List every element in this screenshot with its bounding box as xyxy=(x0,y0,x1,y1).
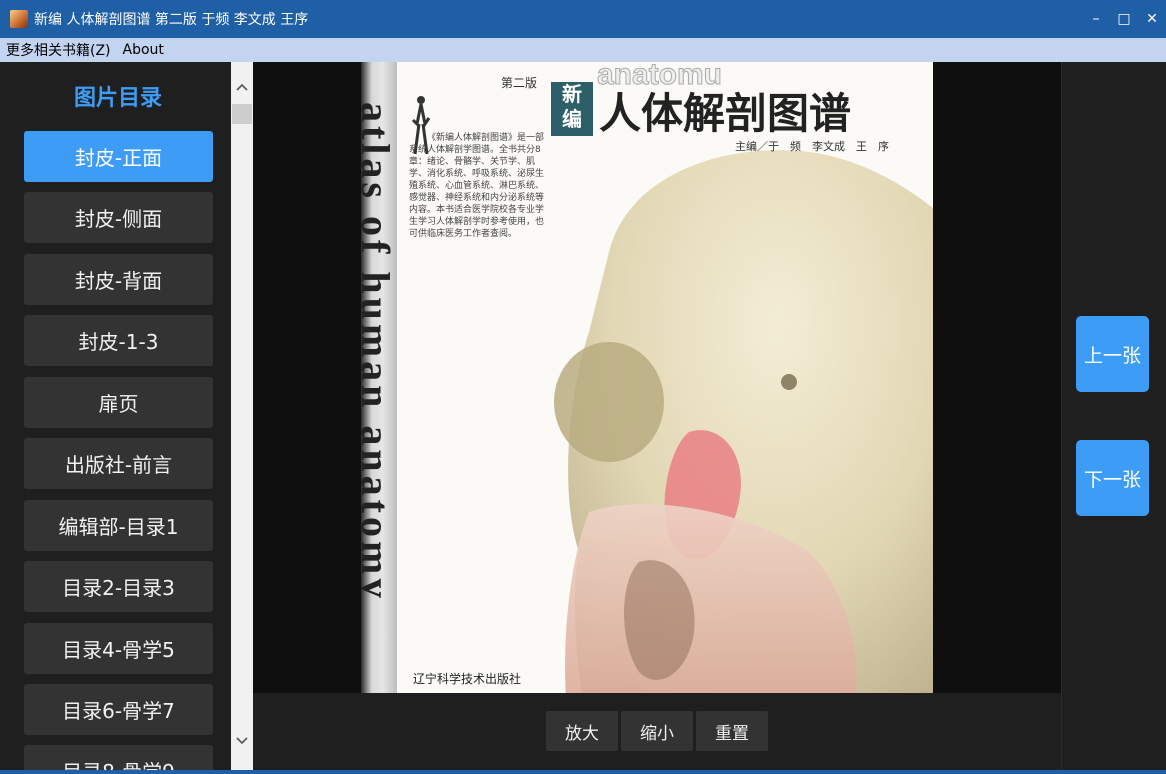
close-icon[interactable]: ✕ xyxy=(1138,0,1166,38)
next-image-button[interactable]: 下一张 xyxy=(1076,440,1149,516)
minimize-icon[interactable]: – xyxy=(1082,0,1110,38)
menu-bar: 更多相关书籍(Z) About xyxy=(0,38,1166,62)
book-spine: atlas of human anatomy xyxy=(361,62,398,693)
reset-zoom-button[interactable]: 重置 xyxy=(696,711,768,751)
book-cover-scan: atlas of human anatomy 第二版 《新编人体解剖图谱》是一部… xyxy=(361,62,933,693)
scroll-up-arrow-icon[interactable] xyxy=(231,76,253,98)
maximize-icon[interactable]: □ xyxy=(1110,0,1138,38)
page-navigation-panel: 上一张 下一张 xyxy=(1063,62,1166,770)
cover-editors: 主编／于 频 李文成 王 序 xyxy=(735,140,889,153)
catalog-item-title-page[interactable]: 扉页 xyxy=(24,377,213,428)
menu-about[interactable]: About xyxy=(117,42,170,58)
catalog-item-toc2-toc3[interactable]: 目录2-目录3 xyxy=(24,561,213,612)
zoom-in-button[interactable]: 放大 xyxy=(546,711,618,751)
image-catalog-sidebar: 图片目录 封皮-正面 封皮-侧面 封皮-背面 封皮-1-3 扉页 出版社-前言 … xyxy=(0,62,230,770)
catalog-item-cover-front[interactable]: 封皮-正面 xyxy=(24,131,213,182)
skull-illustration xyxy=(554,150,933,693)
catalog-item-toc4-osteology5[interactable]: 目录4-骨学5 xyxy=(24,623,213,674)
cover-left-column: 第二版 《新编人体解剖图谱》是一部系统人体解剖学图谱。全书共分8章：绪论、骨骼学… xyxy=(405,62,555,693)
previous-image-button[interactable]: 上一张 xyxy=(1076,316,1149,392)
xinbian-badge: 新 编 xyxy=(551,82,593,136)
catalog-item-cover-back[interactable]: 封皮-背面 xyxy=(24,254,213,305)
sidebar-scrollbar[interactable] xyxy=(231,62,253,770)
window-title: 新编 人体解剖图谱 第二版 于频 李文成 王序 xyxy=(34,12,309,28)
catalog-item-cover-side[interactable]: 封皮-侧面 xyxy=(24,192,213,243)
cover-title-block: anatomu 新 编 人体解剖图谱 主编／于 频 李文成 王 序 xyxy=(549,62,933,153)
catalog-item-editorial-toc1[interactable]: 编辑部-目录1 xyxy=(24,500,213,551)
scroll-down-arrow-icon[interactable] xyxy=(231,730,253,752)
book-blurb: 《新编人体解剖图谱》是一部系统人体解剖学图谱。全书共分8章：绪论、骨骼学、关节学… xyxy=(409,133,545,239)
catalog-item-toc6-osteology7[interactable]: 目录6-骨学7 xyxy=(24,684,213,735)
cover-main-title: 人体解剖图谱 xyxy=(599,89,852,138)
window-bottom-border xyxy=(0,770,1166,774)
catalog-item-toc8-osteology9[interactable]: 目录8-骨学9 xyxy=(24,745,213,770)
zoom-out-button[interactable]: 缩小 xyxy=(621,711,693,751)
window-title-bar[interactable]: 新编 人体解剖图谱 第二版 于频 李文成 王序 – □ ✕ xyxy=(0,0,1166,38)
app-book-icon xyxy=(10,10,28,28)
catalog-item-publisher-preface[interactable]: 出版社-前言 xyxy=(24,438,213,489)
sidebar-title: 图片目录 xyxy=(73,86,162,111)
image-viewer[interactable]: atlas of human anatomy 第二版 《新编人体解剖图谱》是一部… xyxy=(253,62,1062,693)
edition-label: 第二版 xyxy=(501,76,538,90)
publisher-name: 辽宁科学技术出版社 xyxy=(413,672,522,686)
catalog-item-cover-1-3[interactable]: 封皮-1-3 xyxy=(24,315,213,366)
window-controls: – □ ✕ xyxy=(1082,0,1166,38)
zoom-toolbar: 放大 缩小 重置 xyxy=(253,693,1062,770)
scroll-thumb[interactable] xyxy=(232,104,252,124)
menu-more-books[interactable]: 更多相关书籍(Z) xyxy=(0,40,117,60)
spine-text: atlas of human anatomy xyxy=(361,102,398,603)
